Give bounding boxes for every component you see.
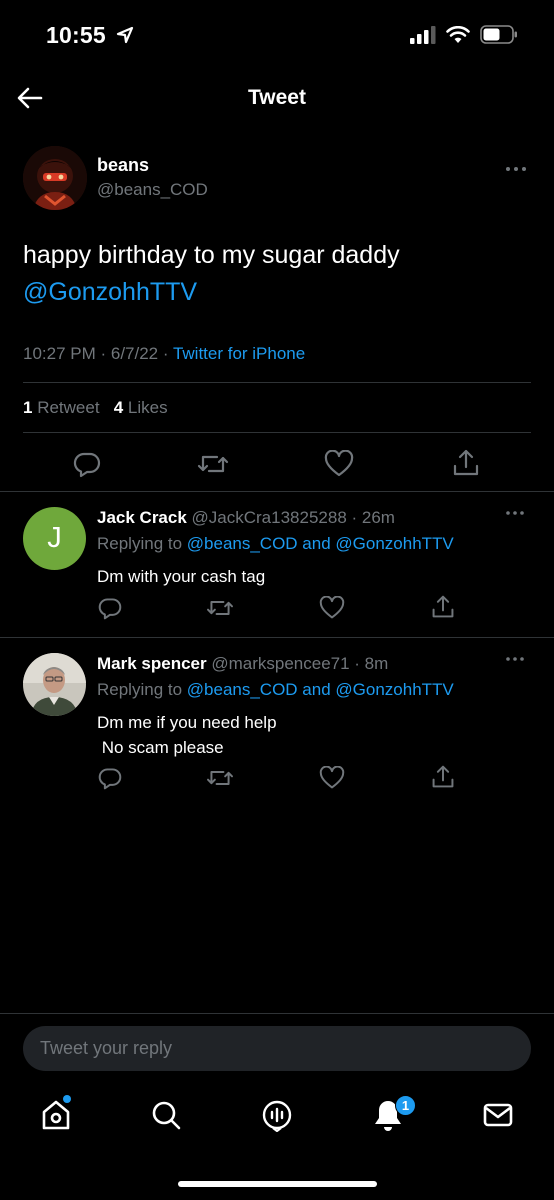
share-icon xyxy=(453,449,479,476)
mention-link[interactable]: @GonzohhTTV xyxy=(23,278,197,306)
reply-icon xyxy=(98,598,122,620)
share-button[interactable] xyxy=(429,763,457,791)
replying-to: Replying to @beans_COD and @GonzohhTTV xyxy=(97,680,454,700)
like-label: Likes xyxy=(123,398,168,417)
tweet-body: happy birthday to my sugar daddy xyxy=(23,241,400,269)
tweet-text: happy birthday to my sugar daddy @Gonzoh… xyxy=(23,237,523,311)
tweet-stats: 1 Retweet 4 Likes xyxy=(23,398,168,418)
author-name[interactable]: beans xyxy=(97,155,149,176)
page-title: Tweet xyxy=(248,86,306,109)
reply-handle-time: @markspencee71 · 8m xyxy=(206,654,389,673)
unread-dot xyxy=(63,1095,71,1103)
home-indicator xyxy=(178,1181,377,1187)
location-arrow-icon xyxy=(116,26,134,49)
divider xyxy=(0,637,554,638)
replying-prefix: Replying to xyxy=(97,534,187,553)
nav-messages[interactable] xyxy=(476,1093,520,1137)
wifi-icon xyxy=(446,25,470,49)
retweet-icon xyxy=(197,455,229,473)
reply-input[interactable] xyxy=(23,1026,531,1071)
header: Tweet xyxy=(0,70,554,128)
retweet-button[interactable] xyxy=(205,764,235,792)
retweet-label: Retweet xyxy=(32,398,100,417)
replying-to: Replying to @beans_COD and @GonzohhTTV xyxy=(97,534,454,554)
like-button[interactable] xyxy=(317,764,347,792)
avatar[interactable] xyxy=(23,146,87,210)
reply-text: Dm with your cash tag xyxy=(97,567,266,586)
tweet-source[interactable]: Twitter for iPhone xyxy=(173,344,305,363)
reply-author-name[interactable]: Mark spencer xyxy=(97,654,207,673)
status-time: 10:55 xyxy=(46,22,106,48)
cellular-signal-icon xyxy=(410,25,436,49)
replying-prefix: Replying to xyxy=(97,680,187,699)
retweet-button[interactable] xyxy=(205,594,235,622)
heart-icon xyxy=(319,766,345,789)
replying-mentions[interactable]: @beans_COD and @GonzohhTTV xyxy=(187,534,454,553)
share-button[interactable] xyxy=(429,593,457,621)
more-options-button[interactable] xyxy=(505,503,525,521)
share-icon xyxy=(432,765,454,788)
reply-button[interactable] xyxy=(70,447,104,481)
reply-author-name[interactable]: Jack Crack xyxy=(97,508,187,527)
reply-icon xyxy=(73,452,101,478)
reply-button[interactable] xyxy=(96,594,124,622)
battery-icon xyxy=(480,25,518,49)
retweet-icon xyxy=(207,771,233,785)
avatar[interactable] xyxy=(23,653,86,716)
reply-header: Mark spencer @markspencee71 · 8m xyxy=(97,654,388,674)
reply-handle-time: @JackCra13825288 · 26m xyxy=(186,508,395,527)
reply-text: Dm me if you need help No scam please xyxy=(97,713,277,757)
divider xyxy=(23,382,531,383)
nav-spaces[interactable] xyxy=(255,1093,299,1137)
author-handle[interactable]: @beans_COD xyxy=(97,180,208,200)
avatar[interactable]: J xyxy=(23,507,86,570)
notification-badge: 1 xyxy=(395,1095,416,1116)
tweet-meta: 10:27 PM · 6/7/22 · Twitter for iPhone xyxy=(23,344,305,364)
like-count[interactable]: 4 xyxy=(114,398,123,417)
replying-mentions[interactable]: @beans_COD and @GonzohhTTV xyxy=(187,680,454,699)
nav-home[interactable] xyxy=(34,1093,78,1137)
more-icon xyxy=(506,657,524,661)
messages-icon xyxy=(483,1103,513,1127)
heart-icon xyxy=(319,596,345,619)
share-button[interactable] xyxy=(449,446,483,480)
retweet-icon xyxy=(207,601,233,615)
more-options-button[interactable] xyxy=(505,156,527,177)
divider xyxy=(0,1013,554,1014)
share-icon xyxy=(432,595,454,618)
reply-icon xyxy=(98,768,122,790)
home-icon xyxy=(42,1100,70,1130)
like-button[interactable] xyxy=(322,447,356,481)
more-icon xyxy=(506,511,524,515)
reply-button[interactable] xyxy=(96,764,124,792)
more-options-button[interactable] xyxy=(505,649,525,667)
heart-icon xyxy=(324,450,354,477)
divider xyxy=(0,491,554,492)
bottom-nav xyxy=(0,1093,554,1143)
status-bar: 10:55 xyxy=(0,0,554,70)
spaces-icon xyxy=(262,1100,292,1132)
tweet-timestamp: 10:27 PM · 6/7/22 · xyxy=(23,344,173,363)
reply-header: Jack Crack @JackCra13825288 · 26m xyxy=(97,508,395,528)
like-button[interactable] xyxy=(317,594,347,622)
divider xyxy=(23,432,531,433)
retweet-button[interactable] xyxy=(196,447,230,481)
more-icon xyxy=(506,167,526,171)
nav-search[interactable] xyxy=(144,1093,188,1137)
search-icon xyxy=(152,1101,181,1130)
